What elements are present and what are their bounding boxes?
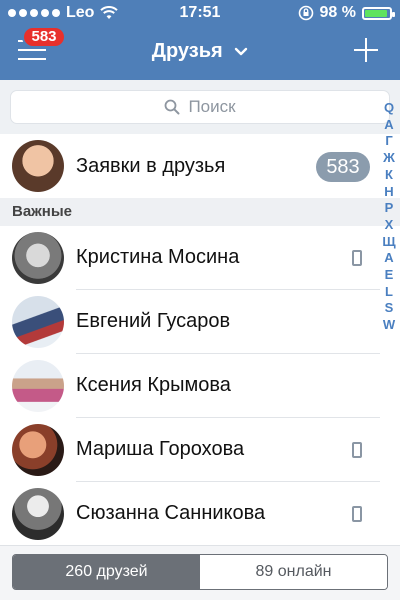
- alphabet-index[interactable]: Q А Г Ж К Н Р Х Щ А Е L S W: [380, 100, 398, 334]
- add-friend-button[interactable]: [354, 38, 378, 62]
- mobile-icon: [352, 250, 362, 266]
- search-placeholder: Поиск: [188, 97, 236, 116]
- avatar: [12, 424, 64, 476]
- search-icon: [165, 99, 180, 115]
- mobile-icon: [352, 442, 362, 458]
- index-letter[interactable]: Р: [385, 200, 394, 217]
- avatar: [12, 140, 64, 192]
- page-title: Друзья: [151, 40, 223, 62]
- avatar: [12, 360, 64, 412]
- section-header-important: Важные: [0, 198, 400, 226]
- friend-requests-label: Заявки в друзья: [76, 154, 226, 177]
- index-letter[interactable]: Щ: [382, 234, 395, 251]
- friend-requests-count: 583: [316, 152, 370, 182]
- friend-name: Ксения Крымова: [76, 374, 231, 396]
- tab-online[interactable]: 89 онлайн: [200, 555, 387, 589]
- friend-name: Евгений Гусаров: [76, 310, 231, 332]
- index-letter[interactable]: Е: [385, 267, 394, 284]
- segmented-control: 260 друзей 89 онлайн: [12, 554, 388, 590]
- list-item[interactable]: Евгений Гусаров: [0, 290, 380, 354]
- friend-name: Мариша Горохова: [76, 438, 245, 460]
- index-letter[interactable]: А: [384, 117, 393, 134]
- status-bar: Leo 17:51 98 %: [0, 0, 400, 26]
- index-letter[interactable]: Х: [385, 217, 394, 234]
- index-letter[interactable]: Q: [384, 100, 394, 117]
- friend-name: Кристина Мосина: [76, 246, 240, 268]
- avatar: [12, 488, 64, 540]
- friend-name: Сюзанна Санникова: [76, 502, 266, 524]
- list-item[interactable]: Мариша Горохова: [0, 418, 380, 482]
- friends-list: Кристина Мосина Евгений Гусаров Ксения К…: [0, 226, 380, 546]
- navigation-bar: Leo 17:51 98 % 583 Друзья: [0, 0, 400, 80]
- index-letter[interactable]: S: [385, 300, 394, 317]
- status-right: 98 %: [298, 4, 395, 22]
- index-letter[interactable]: К: [385, 167, 393, 184]
- title-dropdown[interactable]: Друзья: [0, 40, 400, 63]
- list-item[interactable]: Сюзанна Санникова: [0, 482, 380, 546]
- friend-requests-row[interactable]: Заявки в друзья 583: [0, 134, 380, 198]
- battery-percent: 98 %: [319, 4, 356, 21]
- index-letter[interactable]: W: [383, 317, 395, 334]
- list-item[interactable]: Ксения Крымова: [0, 354, 380, 418]
- battery-icon: [362, 6, 395, 20]
- index-letter[interactable]: Г: [385, 133, 392, 150]
- avatar: [12, 232, 64, 284]
- index-letter[interactable]: Ж: [383, 150, 395, 167]
- search-input[interactable]: Поиск: [10, 90, 390, 124]
- search-bar: Поиск: [0, 80, 400, 134]
- mobile-icon: [352, 506, 362, 522]
- index-letter[interactable]: L: [385, 284, 393, 301]
- index-letter[interactable]: Н: [384, 184, 393, 201]
- avatar: [12, 296, 64, 348]
- list-item[interactable]: Кристина Мосина: [0, 226, 380, 290]
- bottom-toolbar: 260 друзей 89 онлайн: [0, 545, 400, 600]
- chevron-down-icon: [235, 47, 248, 55]
- index-letter[interactable]: А: [384, 250, 393, 267]
- rotation-lock-icon: [298, 5, 313, 21]
- tab-all-friends[interactable]: 260 друзей: [13, 555, 200, 589]
